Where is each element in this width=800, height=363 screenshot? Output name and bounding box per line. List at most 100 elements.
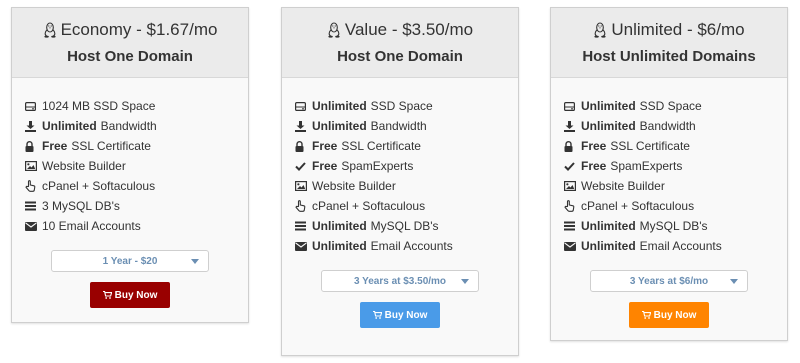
feature-item: Unlimited Bandwidth bbox=[295, 116, 518, 136]
plan-name: Unlimited - $6/mo bbox=[551, 8, 787, 41]
plan-card-value: Value - $3.50/mo Host One Domain Unlimit… bbox=[281, 7, 519, 356]
feature-highlight: Unlimited bbox=[581, 119, 636, 133]
feature-item: Unlimited Bandwidth bbox=[25, 116, 248, 136]
feature-text: cPanel + Softaculous bbox=[42, 179, 156, 193]
envelope-icon bbox=[564, 241, 578, 251]
feature-text: 10 Email Accounts bbox=[42, 219, 141, 233]
feature-highlight: Free bbox=[42, 139, 68, 153]
image-icon bbox=[564, 181, 578, 191]
feature-item: cPanel + Softaculous bbox=[295, 196, 518, 216]
plan-title: Host Unlimited Domains bbox=[582, 48, 756, 65]
feature-text: SpamExperts bbox=[341, 159, 414, 173]
feature-item: Unlimited SSD Space bbox=[295, 96, 518, 116]
plan-card-unlimited: Unlimited - $6/mo Host Unlimited Domains… bbox=[550, 7, 788, 341]
plan-header: Unlimited - $6/mo Host Unlimited Domains bbox=[551, 8, 787, 78]
buy-now-button[interactable]: Buy Now bbox=[360, 302, 440, 328]
linux-icon bbox=[327, 22, 341, 38]
image-icon bbox=[25, 161, 39, 171]
billing-term-select[interactable]: 3 Years at $3.50/mo bbox=[321, 270, 479, 292]
hdd-icon bbox=[25, 101, 39, 111]
feature-highlight: Free bbox=[312, 159, 338, 173]
download-icon bbox=[295, 120, 309, 132]
feature-item: Website Builder bbox=[295, 176, 518, 196]
feature-highlight: Unlimited bbox=[312, 219, 367, 233]
feature-text: Website Builder bbox=[581, 179, 665, 193]
feature-highlight: Free bbox=[581, 159, 607, 173]
hdd-icon bbox=[295, 101, 309, 111]
feature-text: Email Accounts bbox=[370, 239, 453, 253]
feature-text: SSL Certificate bbox=[71, 139, 151, 153]
feature-text: SpamExperts bbox=[610, 159, 683, 173]
feature-item: Free SSL Certificate bbox=[25, 136, 248, 156]
feature-highlight: Unlimited bbox=[312, 119, 367, 133]
feature-text: cPanel + Softaculous bbox=[581, 199, 695, 213]
envelope-icon bbox=[295, 241, 309, 251]
feature-item: Free SpamExperts bbox=[295, 156, 518, 176]
feature-highlight: Unlimited bbox=[42, 119, 97, 133]
feature-item: Unlimited Bandwidth bbox=[564, 116, 787, 136]
check-icon bbox=[295, 161, 309, 171]
plan-name: Value - $3.50/mo bbox=[282, 8, 518, 41]
feature-text: SSL Certificate bbox=[610, 139, 690, 153]
feature-text: Website Builder bbox=[42, 159, 126, 173]
list-icon bbox=[25, 201, 39, 211]
feature-item: Unlimited Email Accounts bbox=[295, 236, 518, 256]
feature-highlight: Unlimited bbox=[581, 99, 636, 113]
feature-list: 1024 MB SSD Space Unlimited Bandwidth Free S… bbox=[12, 78, 248, 236]
chevron-down-icon bbox=[461, 279, 469, 284]
feature-text: SSL Certificate bbox=[341, 139, 421, 153]
check-icon bbox=[564, 161, 578, 171]
buy-now-button[interactable]: Buy Now bbox=[629, 302, 709, 328]
buy-now-button[interactable]: Buy Now bbox=[90, 282, 170, 308]
feature-item: cPanel + Softaculous bbox=[564, 196, 787, 216]
feature-highlight: Unlimited bbox=[312, 99, 367, 113]
feature-item: Unlimited SSD Space bbox=[564, 96, 787, 116]
feature-item: Unlimited Email Accounts bbox=[564, 236, 787, 256]
feature-item: cPanel + Softaculous bbox=[25, 176, 248, 196]
billing-term-value: 3 Years at $6/mo bbox=[629, 275, 709, 287]
plan-name: Economy - $1.67/mo bbox=[12, 8, 248, 41]
list-icon bbox=[295, 221, 309, 231]
lock-icon bbox=[564, 140, 578, 152]
linux-icon bbox=[43, 22, 57, 38]
hdd-icon bbox=[564, 101, 578, 111]
feature-highlight: Unlimited bbox=[312, 239, 367, 253]
feature-item: 1024 MB SSD Space bbox=[25, 96, 248, 116]
feature-highlight: Unlimited bbox=[581, 239, 636, 253]
feature-item: Unlimited MySQL DB's bbox=[564, 216, 787, 236]
chevron-down-icon bbox=[730, 279, 738, 284]
feature-item: 10 Email Accounts bbox=[25, 216, 248, 236]
image-icon bbox=[295, 181, 309, 191]
feature-text: SSD Space bbox=[370, 99, 433, 113]
shopping-cart-icon bbox=[641, 310, 651, 319]
feature-item: 3 MySQL DB's bbox=[25, 196, 248, 216]
plan-title: Host One Domain bbox=[67, 48, 193, 65]
plan-title: Host One Domain bbox=[337, 48, 463, 65]
plan-header: Economy - $1.67/mo Host One Domain bbox=[12, 8, 248, 78]
feature-item: Free SpamExperts bbox=[564, 156, 787, 176]
list-icon bbox=[564, 221, 578, 231]
feature-highlight: Free bbox=[312, 139, 338, 153]
feature-item: Unlimited MySQL DB's bbox=[295, 216, 518, 236]
download-icon bbox=[25, 120, 39, 132]
feature-text: SSD Space bbox=[639, 99, 702, 113]
feature-highlight: Unlimited bbox=[581, 219, 636, 233]
billing-term-select[interactable]: 1 Year - $20 bbox=[51, 250, 209, 272]
feature-text: Website Builder bbox=[312, 179, 396, 193]
feature-list: Unlimited SSD Space Unlimited Bandwidth Free… bbox=[282, 78, 518, 256]
feature-text: Bandwidth bbox=[370, 119, 427, 133]
feature-text: MySQL DB's bbox=[370, 219, 439, 233]
feature-item: Free SSL Certificate bbox=[564, 136, 787, 156]
feature-text: Bandwidth bbox=[639, 119, 696, 133]
billing-term-value: 1 Year - $20 bbox=[102, 255, 158, 267]
billing-term-select[interactable]: 3 Years at $6/mo bbox=[590, 270, 748, 292]
plan-header: Value - $3.50/mo Host One Domain bbox=[282, 8, 518, 78]
shopping-cart-icon bbox=[372, 310, 382, 319]
feature-item: Website Builder bbox=[564, 176, 787, 196]
envelope-icon bbox=[25, 221, 39, 231]
feature-text: MySQL DB's bbox=[639, 219, 708, 233]
billing-term-value: 3 Years at $3.50/mo bbox=[353, 275, 447, 287]
feature-text: 3 MySQL DB's bbox=[42, 199, 120, 213]
chevron-down-icon bbox=[191, 259, 199, 264]
hand-pointer-icon bbox=[25, 180, 39, 192]
